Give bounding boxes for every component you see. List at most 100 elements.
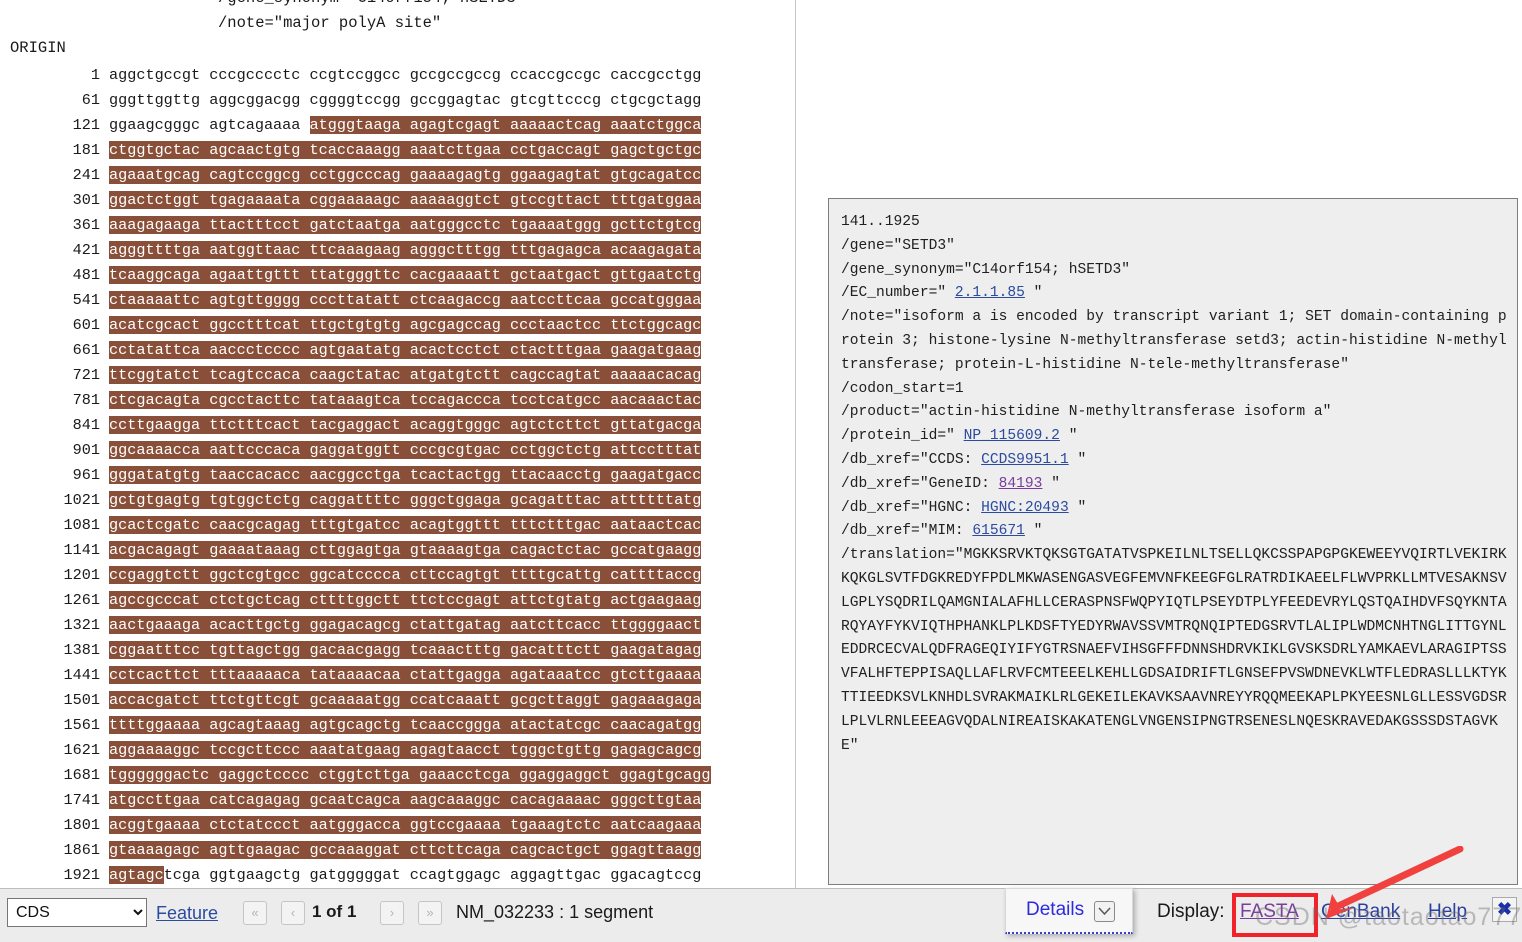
sequence-bases-highlighted[interactable]: ccgaggtctt ggctcgtgcc ggcatcccca cttccag…: [109, 566, 702, 584]
sequence-row: 1861 gtaaaagagc agttgaagac gccaaaggat ctt…: [0, 838, 795, 863]
help-link[interactable]: Help: [1428, 901, 1467, 923]
detail-link-protein[interactable]: NP_115609.2: [964, 428, 1060, 444]
sequence-row-number: 301: [72, 191, 100, 209]
fasta-link[interactable]: FASTA: [1240, 901, 1299, 923]
detail-link-ec[interactable]: 2.1.1.85: [955, 285, 1025, 301]
sequence-row-number: 1621: [63, 741, 100, 759]
genbank-link[interactable]: GenBank: [1321, 901, 1400, 923]
sequence-row: 1 aggctgccgt cccgcccctc ccgtccggcc gccgcc…: [0, 63, 795, 88]
sequence-bases-highlighted[interactable]: aactgaaaga acacttgctg ggagacagcg ctattga…: [109, 616, 702, 634]
sequence-bases-highlighted[interactable]: agtagc: [109, 866, 164, 884]
sequence-rows: 1 aggctgccgt cccgcccctc ccgtccggcc gccgcc…: [0, 63, 795, 888]
sequence-bases-highlighted[interactable]: ttcggtatct tcagtccaca caagctatac atgatgt…: [109, 366, 702, 384]
sequence-row: 1381 cggaatttcc tgttagctgg gacaacgagg tca…: [0, 638, 795, 663]
sequence-bases-highlighted[interactable]: ttttggaaaa agcagtaaag agtgcagctg tcaaccg…: [109, 716, 702, 734]
feature-qualifier-line: /gene_synonym="C14orf154; hSETD3": [0, 0, 795, 11]
origin-label: ORIGIN: [10, 39, 66, 57]
details-label: Details: [1026, 899, 1085, 920]
feature-link[interactable]: Feature: [156, 903, 218, 924]
sequence-row-number: 1141: [63, 541, 100, 559]
sequence-bases-highlighted[interactable]: acggtgaaaa ctctatccct aatgggacca ggtccga…: [109, 816, 702, 834]
sequence-row-number: 1561: [63, 716, 100, 734]
sequence-row-number: 1681: [63, 766, 100, 784]
sequence-bases-highlighted[interactable]: accacgatct ttctgttcgt gcaaaaatgg ccatcaa…: [109, 691, 702, 709]
sequence-row-number: 1741: [63, 791, 100, 809]
sequence-bases-highlighted[interactable]: aggaaaaggc tccgcttccc aaatatgaag agagtaa…: [109, 741, 702, 759]
segment-info-label: NM_032233 : 1 segment: [456, 902, 654, 922]
close-icon[interactable]: ✖: [1492, 897, 1517, 922]
sequence-row-number: 601: [72, 316, 100, 334]
sequence-bases-highlighted[interactable]: agccgcccat ctctgctcag cttttggctt ttctccg…: [109, 591, 702, 609]
sequence-row: 301 ggactctggt tgagaaaata cggaaaaagc aaaa…: [0, 188, 795, 213]
detail-link-ccds[interactable]: CCDS9951.1: [981, 452, 1069, 468]
sequence-bases-highlighted[interactable]: acatcgcact ggcctttcat ttgctgtgtg agcgagc…: [109, 316, 702, 334]
prev-page-button[interactable]: ‹: [281, 901, 305, 925]
sequence-bases-highlighted[interactable]: agaaatgcag cagtccggcg cctggcccag gaaaaga…: [109, 166, 702, 184]
sequence-content: /gene_synonym="C14orf154; hSETD3" /note=…: [0, 0, 795, 888]
sequence-bases-highlighted[interactable]: tggggggactc gaggctcccc ctggtcttga gaaacc…: [109, 766, 711, 784]
sequence-bases-highlighted[interactable]: atgggtaaga agagtcgagt aaaaactcag aaatctg…: [309, 116, 702, 134]
sequence-bases-highlighted[interactable]: ctggtgctac agcaactgtg tcaccaaagg aaatctt…: [109, 141, 702, 159]
detail-link-mim[interactable]: 615671: [972, 523, 1025, 539]
sequence-bases-highlighted[interactable]: agggttttga aatggttaac ttcaaagaag agggctt…: [109, 241, 702, 259]
feature-detail-text: 141..1925 /gene="SETD3" /gene_synonym="C…: [829, 199, 1517, 758]
sequence-row-number: 181: [72, 141, 100, 159]
detail-link-hgnc[interactable]: HGNC:20493: [981, 500, 1069, 516]
sequence-row-number: 841: [72, 416, 100, 434]
first-page-button[interactable]: «: [243, 901, 267, 925]
sequence-row: 901 ggcaaaacca aattcccaca gaggatggtt cccg…: [0, 438, 795, 463]
next-page-button[interactable]: ›: [380, 901, 404, 925]
sequence-row: 1681 tggggggactc gaggctcccc ctggtcttga ga…: [0, 763, 795, 788]
sequence-row-number: 421: [72, 241, 100, 259]
sequence-bases-highlighted[interactable]: tcaaggcaga agaattgttt ttatgggttc cacgaaa…: [109, 266, 702, 284]
feature-type-select[interactable]: CDS: [7, 898, 147, 927]
sequence-row: 1261 agccgcccat ctctgctcag cttttggctt ttc…: [0, 588, 795, 613]
sequence-row-number: 1: [90, 66, 100, 84]
sequence-bases-highlighted[interactable]: ctaaaaattc agtgttgggg cccttatatt ctcaaga…: [109, 291, 702, 309]
sequence-bases-highlighted[interactable]: cctcacttct tttaaaaaca tataaaacaa ctattga…: [109, 666, 702, 684]
sequence-row: 481 tcaaggcaga agaattgttt ttatgggttc cacg…: [0, 263, 795, 288]
sequence-row: 601 acatcgcact ggcctttcat ttgctgtgtg agcg…: [0, 313, 795, 338]
feature-select-wrapper[interactable]: CDS: [7, 898, 147, 927]
sequence-bases-highlighted[interactable]: ccttgaagga ttctttcact tacgaggact acaggtg…: [109, 416, 702, 434]
sequence-row-number: 661: [72, 341, 100, 359]
sequence-row-number: 1321: [63, 616, 100, 634]
sequence-bases-highlighted[interactable]: ggcaaaacca aattcccaca gaggatggtt cccgcgt…: [109, 441, 702, 459]
sequence-row: 541 ctaaaaattc agtgttgggg cccttatatt ctca…: [0, 288, 795, 313]
sequence-bases-highlighted[interactable]: aaagagaaga ttactttcct gatctaatga aatgggc…: [109, 216, 702, 234]
sequence-row: 361 aaagagaaga ttactttcct gatctaatga aatg…: [0, 213, 795, 238]
detail-link-visited[interactable]: 84193: [999, 476, 1043, 492]
sequence-row: 841 ccttgaagga ttctttcact tacgaggact acag…: [0, 413, 795, 438]
sequence-row-number: 1441: [63, 666, 100, 684]
details-button[interactable]: Details: [1005, 888, 1133, 934]
sequence-bases-highlighted[interactable]: gggatatgtg taaccacacc aacggcctga tcactac…: [109, 466, 702, 484]
sequence-row-number: 781: [72, 391, 100, 409]
sequence-bases-highlighted[interactable]: ctcgacagta cgcctacttc tataaagtca tccagac…: [109, 391, 702, 409]
sequence-bases-highlighted[interactable]: gctgtgagtg tgtggctctg caggattttc gggctgg…: [109, 491, 702, 509]
sequence-row: 1441 cctcacttct tttaaaaaca tataaaacaa cta…: [0, 663, 795, 688]
sequence-row-number: 721: [72, 366, 100, 384]
sequence-row-number: 121: [72, 116, 100, 134]
display-label: Display:: [1157, 901, 1225, 922]
sequence-bases-highlighted[interactable]: atgccttgaa catcagagag gcaatcagca aagcaaa…: [109, 791, 702, 809]
last-page-button[interactable]: »: [418, 901, 442, 925]
sequence-bases-highlighted[interactable]: ggactctggt tgagaaaata cggaaaaagc aaaaagg…: [109, 191, 702, 209]
chevron-down-icon[interactable]: [1094, 901, 1115, 922]
sequence-row: 421 agggttttga aatggttaac ttcaaagaag aggg…: [0, 238, 795, 263]
sequence-row-number: 1201: [63, 566, 100, 584]
sequence-row-number: 1861: [63, 841, 100, 859]
sequence-row: 1801 acggtgaaaa ctctatccct aatgggacca ggt…: [0, 813, 795, 838]
sequence-bases-highlighted[interactable]: cggaatttcc tgttagctgg gacaacgagg tcaaact…: [109, 641, 702, 659]
sequence-row-number: 61: [81, 91, 100, 109]
sequence-row-number: 1501: [63, 691, 100, 709]
detail-text-segment: " /translation="MGKKSRVKTQKSGTGATATVSPKE…: [841, 523, 1507, 754]
page-counter: 1 of 1: [312, 902, 357, 921]
sequence-bases-highlighted[interactable]: acgacagagt gaaaataaag cttggagtga gtaaaag…: [109, 541, 702, 559]
sequence-bases-highlighted[interactable]: gcactcgatc caacgcagag tttgtgatcc acagtgg…: [109, 516, 702, 534]
sequence-row: 181 ctggtgctac agcaactgtg tcaccaaagg aaat…: [0, 138, 795, 163]
sequence-bases-highlighted[interactable]: cctatattca aaccctcccc agtgaatatg acactcc…: [109, 341, 702, 359]
sequence-bases: ggaagcgggc agtcagaaaa: [109, 116, 310, 134]
sequence-bases-highlighted[interactable]: gtaaaagagc agttgaagac gccaaaggat cttcttc…: [109, 841, 702, 859]
sequence-row: 1141 acgacagagt gaaaataaag cttggagtga gta…: [0, 538, 795, 563]
sequence-pane[interactable]: /gene_synonym="C14orf154; hSETD3" /note=…: [0, 0, 796, 888]
